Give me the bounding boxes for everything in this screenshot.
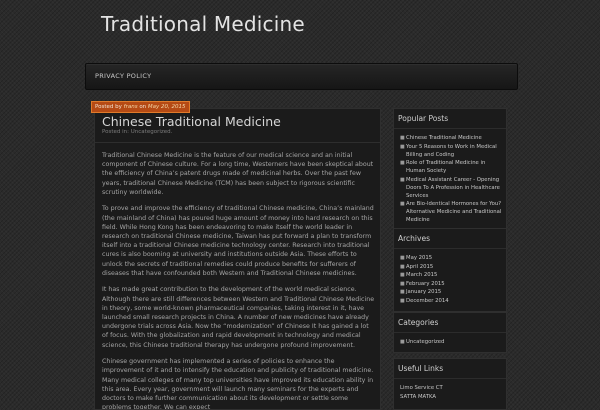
- post-date-link[interactable]: May 20, 2015: [148, 104, 186, 110]
- archive-link[interactable]: May 2015: [406, 255, 432, 261]
- category-link[interactable]: Uncategorized: [406, 339, 444, 345]
- list-item: ■ May 2015: [400, 254, 502, 262]
- post-category-link[interactable]: Uncategorized: [131, 129, 171, 135]
- widget-title: Popular Posts: [394, 109, 506, 129]
- post-title[interactable]: Chinese Traditional Medicine: [102, 114, 281, 129]
- post-article: Chinese Traditional Medicine Posted in: …: [94, 108, 381, 410]
- list-item: ■ Chinese Traditional Medicine: [400, 134, 502, 142]
- archive-link[interactable]: February 2015: [406, 281, 445, 287]
- categories-list: ■ Uncategorized: [394, 333, 506, 352]
- site-title[interactable]: Traditional Medicine: [101, 12, 305, 36]
- bullet-icon: ■: [400, 272, 405, 279]
- useful-link[interactable]: SATTA MATKA: [400, 394, 436, 400]
- post-meta: Posted in: Uncategorized.: [102, 129, 173, 135]
- list-item: ■ Your 5 Reasons to Work in Medical Billi…: [400, 143, 502, 159]
- popular-post-link[interactable]: Medical Assistant Career - Opening Doors…: [406, 177, 500, 199]
- list-item: ■ April 2015: [400, 263, 502, 271]
- list-item: Limo Service CT: [400, 384, 502, 392]
- main-navigation: PRIVACY POLICY: [85, 63, 518, 90]
- list-item: ■ Uncategorized: [400, 338, 502, 346]
- widget-categories: Categories ■ Uncategorized: [393, 312, 507, 353]
- post-paragraph: It has made great contribution to the de…: [102, 286, 375, 349]
- widget-useful-links: Useful Links Limo Service CT SATTA MATKA: [393, 358, 507, 410]
- archive-link[interactable]: January 2015: [406, 289, 441, 295]
- widget-title: Categories: [394, 313, 506, 333]
- post-date-badge: Posted by frans on May 20, 2015: [91, 101, 190, 113]
- bullet-icon: ■: [400, 143, 405, 150]
- archive-link[interactable]: December 2014: [406, 298, 449, 304]
- post-paragraph: Traditional Chinese Medicine is the feat…: [102, 152, 374, 196]
- widget-popular-posts: Popular Posts ■ Chinese Traditional Medic…: [393, 108, 507, 231]
- bullet-icon: ■: [400, 160, 405, 167]
- popular-post-link[interactable]: Your 5 Reasons to Work in Medical Billin…: [406, 144, 497, 158]
- badge-prefix: Posted by: [95, 104, 122, 110]
- list-item: SATTA MATKA: [400, 393, 502, 401]
- popular-post-link[interactable]: Chinese Traditional Medicine: [406, 135, 482, 141]
- list-item: ■ March 2015: [400, 271, 502, 279]
- post-author-link[interactable]: frans: [124, 104, 138, 110]
- bullet-icon: ■: [400, 201, 405, 208]
- bullet-icon: ■: [400, 280, 405, 287]
- useful-link[interactable]: Limo Service CT: [400, 385, 443, 391]
- popular-post-link[interactable]: Are Bio-Identical Hormones for You? Alte…: [406, 201, 501, 223]
- bullet-icon: ■: [400, 297, 405, 304]
- widget-title: Archives: [394, 229, 506, 249]
- list-item: ■ Role of Traditional Medicine in Human S…: [400, 159, 502, 175]
- archive-link[interactable]: April 2015: [406, 264, 433, 270]
- useful-links-list: Limo Service CT SATTA MATKA: [394, 379, 506, 406]
- list-item: ■ December 2014: [400, 297, 502, 305]
- bullet-icon: ■: [400, 289, 405, 296]
- list-item: ■ February 2015: [400, 280, 502, 288]
- archives-list: ■ May 2015 ■ April 2015 ■ March 2015 ■ Febru…: [394, 249, 506, 311]
- post-meta-prefix: Posted in: [102, 129, 128, 135]
- bullet-icon: ■: [400, 135, 405, 141]
- widget-archives: Archives ■ May 2015 ■ April 2015 ■ March 20…: [393, 228, 507, 312]
- list-item: ■ January 2015: [400, 288, 502, 296]
- bullet-icon: ■: [400, 263, 405, 270]
- bullet-icon: ■: [400, 255, 405, 261]
- nav-item-privacy-policy[interactable]: PRIVACY POLICY: [95, 72, 151, 80]
- bullet-icon: ■: [400, 176, 405, 183]
- post-body: Traditional Chinese Medicine is the feat…: [102, 151, 375, 410]
- widget-title: Useful Links: [394, 359, 506, 379]
- bullet-icon: ■: [400, 339, 405, 345]
- post-header: Chinese Traditional Medicine Posted in: …: [95, 109, 380, 143]
- badge-date-prefix: on: [139, 104, 147, 110]
- popular-post-link[interactable]: Role of Traditional Medicine in Human So…: [406, 160, 485, 174]
- popular-posts-list: ■ Chinese Traditional Medicine ■ Your 5 Re…: [394, 129, 506, 230]
- post-paragraph: To prove and improve the efficiency of t…: [102, 205, 374, 277]
- post-paragraph: Chinese government has implemented a ser…: [102, 358, 374, 410]
- archive-link[interactable]: March 2015: [406, 272, 437, 278]
- list-item: ■ Are Bio-Identical Hormones for You? Alt…: [400, 200, 502, 224]
- list-item: ■ Medical Assistant Career - Opening Door…: [400, 176, 502, 200]
